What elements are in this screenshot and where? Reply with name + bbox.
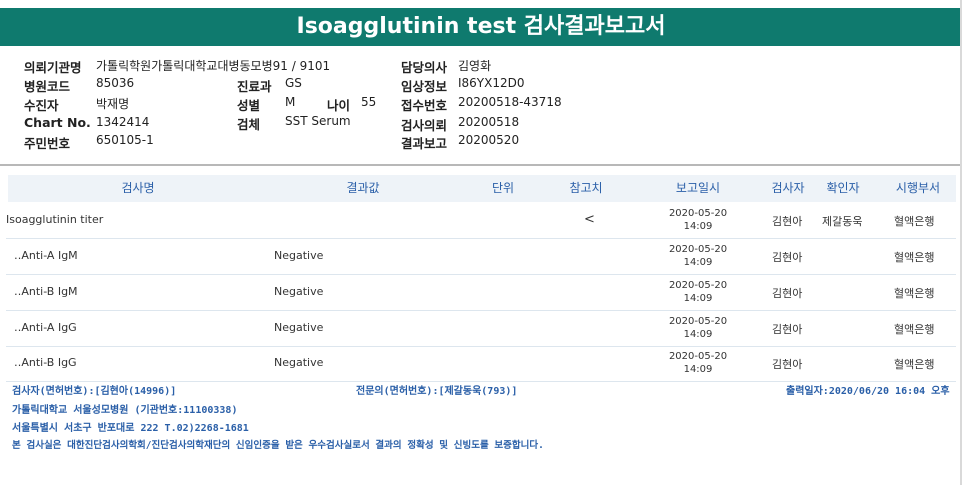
header-unit: 단위 xyxy=(491,181,515,195)
test-name-cell: ‥Anti-A IgG xyxy=(14,321,77,334)
table-row[interactable]: ‥Anti-B IgM Negative 2020-05-20 14:09 김현… xyxy=(6,275,956,311)
clinical-info-value: I86YX12D0 xyxy=(458,76,525,90)
specimen-value: SST Serum xyxy=(285,114,351,128)
tester-cell: 김현아 xyxy=(772,215,803,228)
receipt-no-label: 접수번호 xyxy=(401,98,448,113)
dept-cell: 혈액은행 xyxy=(894,358,935,371)
request-date-value: 20200518 xyxy=(458,115,520,129)
table-row[interactable]: Isoagglutinin titer < 2020-05-20 14:09 김… xyxy=(6,203,956,239)
age-value: 55 xyxy=(361,95,377,109)
report-date-value: 20200520 xyxy=(458,133,520,147)
dept-cell: 혈액은행 xyxy=(894,323,935,336)
tester-cell: 김현아 xyxy=(772,251,803,264)
specialist-license: 전문의(면허번호):[제갈동욱(793)] xyxy=(356,386,518,397)
report-date-cell: 2020-05-20 xyxy=(668,316,728,327)
header-result: 결과값 xyxy=(346,181,380,195)
test-name-cell: Isoagglutinin titer xyxy=(6,213,104,226)
tester-cell: 김현아 xyxy=(772,287,803,300)
sex-value: M xyxy=(285,95,296,109)
header-reference: 참고치 xyxy=(569,181,603,195)
test-name-cell: ‥Anti-B IgM xyxy=(14,285,78,298)
institution-label: 의뢰기관명 xyxy=(24,60,82,75)
clinical-info-label: 임상정보 xyxy=(401,79,448,94)
hospital-code-label: 병원코드 xyxy=(24,79,71,94)
table-row[interactable]: ‥Anti-A IgM Negative 2020-05-20 14:09 김현… xyxy=(6,239,956,275)
collector-label: 수진자 xyxy=(24,98,59,113)
chart-no-label: Chart No. xyxy=(24,115,91,130)
hospital-code-value: 85036 xyxy=(96,76,135,90)
chart-no-value: 1342414 xyxy=(96,115,150,129)
results-table-header: 검사명 결과값 단위 참고치 보고일시 검사자 확인자 시행부서 xyxy=(8,175,956,202)
section-divider xyxy=(0,164,962,166)
hospital-name: 가톨릭대학교 서울성모병원 (기관번호:11100338) xyxy=(12,405,238,416)
result-cell: Negative xyxy=(274,285,324,298)
table-row[interactable]: ‥Anti-B IgG Negative 2020-05-20 14:09 김현… xyxy=(6,346,956,382)
print-date: 출력일자:2020/06/20 16:04 오후 xyxy=(786,386,950,397)
dept-cell: 혈액은행 xyxy=(894,287,935,300)
report-date-label: 결과보고 xyxy=(401,136,448,151)
doctor-label: 담당의사 xyxy=(401,60,448,75)
report-date-cell: 2020-05-20 xyxy=(668,244,728,255)
doctor-value: 김영화 xyxy=(458,59,492,73)
sex-label: 성별 xyxy=(237,98,261,113)
result-cell: Negative xyxy=(274,321,324,334)
institution-value: 가톨릭학원가톨릭대학교대병동모병91 / 9101 xyxy=(96,59,331,73)
age-label: 나이 xyxy=(327,98,351,113)
patient-info-section: 의뢰기관명 가톨릭학원가톨릭대학교대병동모병91 / 9101 병원코드 850… xyxy=(0,46,962,164)
report-date-cell: 2020-05-20 xyxy=(668,280,728,291)
report-time-cell: 14:09 xyxy=(683,329,713,340)
table-row[interactable]: ‥Anti-A IgG Negative 2020-05-20 14:09 김현… xyxy=(6,311,956,347)
header-report-time: 보고일시 xyxy=(675,181,721,195)
header-performer: 시행부서 xyxy=(895,181,941,195)
header-tester: 검사자 xyxy=(771,181,805,195)
report-time-cell: 14:09 xyxy=(683,364,713,375)
report-time-cell: 14:09 xyxy=(683,221,713,232)
tester-cell: 김현아 xyxy=(772,358,803,371)
report-time-cell: 14:09 xyxy=(683,257,713,268)
header-test-name: 검사명 xyxy=(121,181,155,195)
report-date-cell: 2020-05-20 xyxy=(668,351,728,362)
certification-notice: 본 검사실은 대한진단검사의학회/진단검사의학재단의 신임인증을 받은 우수검사… xyxy=(12,440,544,451)
test-name-cell: ‥Anti-A IgM xyxy=(14,249,78,262)
report-time-cell: 14:09 xyxy=(683,293,713,304)
specimen-label: 검체 xyxy=(237,117,261,132)
request-date-label: 검사의뢰 xyxy=(401,118,448,133)
verifier-cell: 제갈동욱 xyxy=(822,215,863,228)
result-cell: Negative xyxy=(274,356,324,369)
resident-no-value: 650105-1 xyxy=(96,133,154,147)
collector-value: 박재명 xyxy=(96,97,130,111)
receipt-no-value: 20200518-43718 xyxy=(458,95,562,109)
tester-cell: 김현아 xyxy=(772,323,803,336)
department-value: GS xyxy=(285,76,302,90)
result-cell: Negative xyxy=(274,249,324,262)
tester-license: 검사자(면허번호):[김현아(14996)] xyxy=(12,386,177,397)
report-date-cell: 2020-05-20 xyxy=(668,208,728,219)
header-verifier: 확인자 xyxy=(826,181,860,195)
test-name-cell: ‥Anti-B IgG xyxy=(14,356,77,369)
resident-no-label: 주민번호 xyxy=(24,136,71,151)
reference-cell: < xyxy=(584,212,595,227)
dept-cell: 혈액은행 xyxy=(894,251,935,264)
report-title: Isoagglutinin test 검사결과보고서 xyxy=(0,8,962,46)
dept-cell: 혈액은행 xyxy=(894,215,935,228)
hospital-address: 서울특별시 서초구 반포대로 222 T.02)2268-1681 xyxy=(12,423,249,434)
department-label: 진료과 xyxy=(237,79,272,94)
